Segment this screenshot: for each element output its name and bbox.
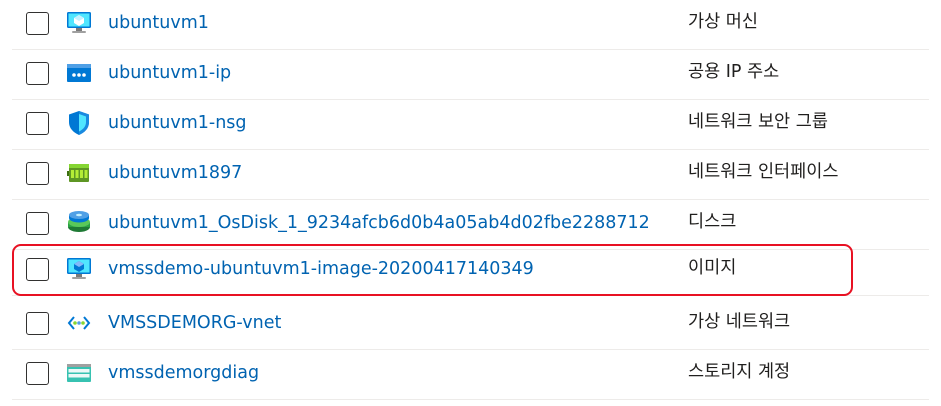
resource-type: 네트워크 인터페이스 <box>688 162 839 182</box>
image-icon <box>67 258 91 279</box>
row-checkbox[interactable] <box>26 212 49 235</box>
row-checkbox[interactable] <box>26 112 49 135</box>
resource-name-link[interactable]: VMSSDEMORG-vnet <box>108 312 281 334</box>
resource-type: 공용 IP 주소 <box>688 62 780 82</box>
disk-icon <box>68 211 90 232</box>
row-checkbox[interactable] <box>26 62 49 85</box>
list-item: ubuntuvm1897 네트워크 인터페이스 <box>0 150 941 200</box>
resource-type: 네트워크 보안 그룹 <box>688 112 828 132</box>
list-item: ubuntuvm1_OsDisk_1_9234afcb6d0b4a05ab4d0… <box>0 200 941 250</box>
resource-type: 스토리지 계정 <box>688 362 791 382</box>
list-item: VMSSDEMORG-vnet 가상 네트워크 <box>0 300 941 350</box>
resource-name-link[interactable]: ubuntuvm1897 <box>108 162 242 184</box>
resource-name-link[interactable]: ubuntuvm1-nsg <box>108 112 247 134</box>
virtual-network-icon <box>67 316 91 330</box>
resource-type: 이미지 <box>688 258 737 278</box>
resource-name-link[interactable]: vmssdemo-ubuntuvm1-image-20200417140349 <box>108 258 534 280</box>
list-item: ubuntuvm1-ip 공용 IP 주소 <box>0 50 941 100</box>
virtual-machine-icon <box>67 12 91 33</box>
resource-type: 가상 네트워크 <box>688 312 791 332</box>
row-checkbox[interactable] <box>26 362 49 385</box>
list-item: vmssdemorgdiag 스토리지 계정 <box>0 350 941 400</box>
row-divider <box>12 295 929 296</box>
row-checkbox[interactable] <box>26 258 49 281</box>
list-item: vmssdemo-ubuntuvm1-image-20200417140349 … <box>0 246 941 296</box>
list-item: ubuntuvm1 가상 머신 <box>0 0 941 50</box>
resource-type: 가상 머신 <box>688 12 758 32</box>
row-checkbox[interactable] <box>26 312 49 335</box>
network-security-group-icon <box>69 111 89 135</box>
public-ip-icon <box>67 64 91 82</box>
resource-name-link[interactable]: ubuntuvm1-ip <box>108 62 231 84</box>
list-item: ubuntuvm1-nsg 네트워크 보안 그룹 <box>0 100 941 150</box>
storage-account-icon <box>67 364 91 382</box>
resource-name-link[interactable]: ubuntuvm1 <box>108 12 209 34</box>
row-checkbox[interactable] <box>26 162 49 185</box>
resource-name-link[interactable]: vmssdemorgdiag <box>108 362 259 384</box>
row-checkbox[interactable] <box>26 12 49 35</box>
network-interface-icon <box>67 164 89 182</box>
row-divider <box>12 399 929 400</box>
resource-name-link[interactable]: ubuntuvm1_OsDisk_1_9234afcb6d0b4a05ab4d0… <box>108 212 650 234</box>
resource-list: ubuntuvm1 가상 머신 ubuntuvm1-ip 공용 IP 주소 ub… <box>0 0 941 406</box>
resource-type: 디스크 <box>688 212 737 232</box>
